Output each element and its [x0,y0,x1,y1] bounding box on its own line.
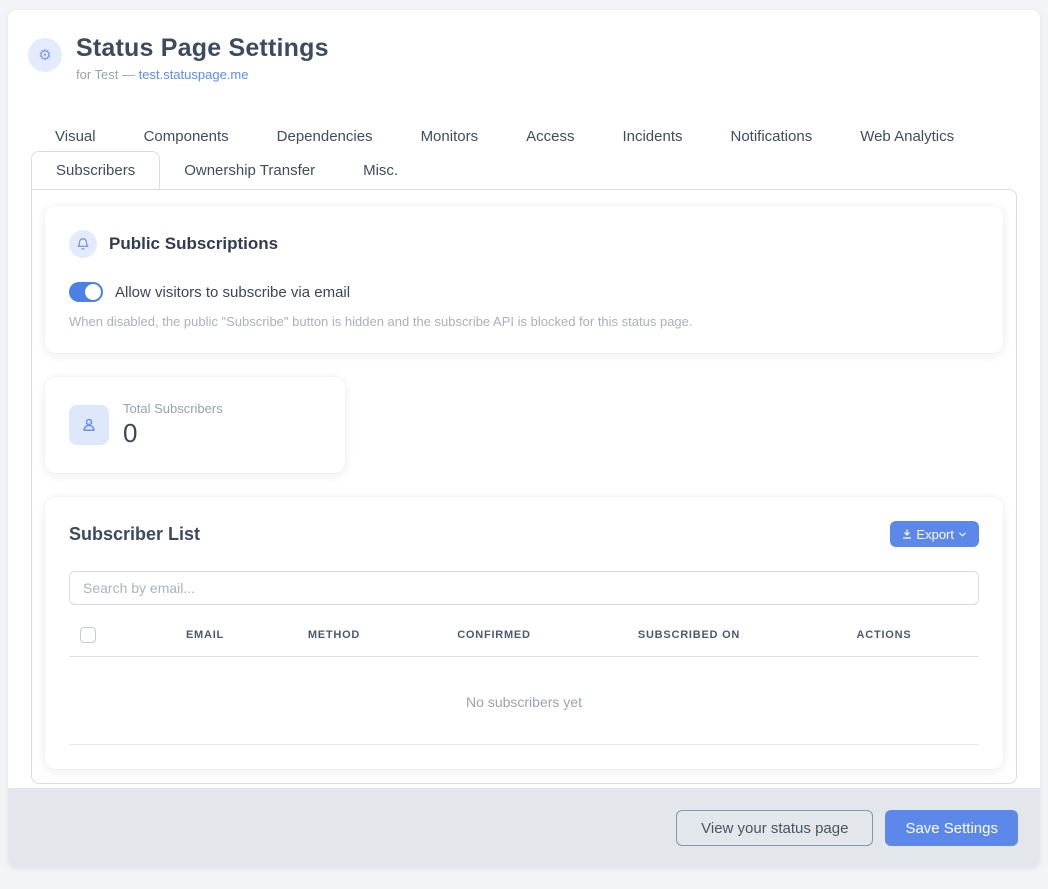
card-main: ⚙ Status Page Settings for Test — test.s… [8,10,1040,788]
subscriber-list-header: Subscriber List Export [69,521,979,547]
tabs: Visual Components Dependencies Monitors … [31,122,1017,784]
subscribers-table: EMAIL METHOD CONFIRMED SUBSCRIBED ON ACT… [69,627,979,745]
user-icon-badge [69,405,109,445]
tab-row-1: Visual Components Dependencies Monitors … [31,122,1017,151]
stat-text: Total Subscribers 0 [123,401,223,449]
column-header-actions: ACTIONS [789,629,979,641]
save-settings-button[interactable]: Save Settings [885,810,1018,846]
export-button-label: Export [916,527,954,542]
bell-icon-badge [69,230,97,258]
column-header-confirmed: CONFIRMED [399,629,589,641]
subscriber-list-title: Subscriber List [69,524,200,545]
status-page-settings-card: ⚙ Status Page Settings for Test — test.s… [8,10,1040,868]
chevron-down-icon [957,529,968,540]
page-header: ⚙ Status Page Settings for Test — test.s… [8,34,1040,82]
view-status-page-button[interactable]: View your status page [676,810,873,846]
bell-icon [76,237,90,251]
search-input[interactable] [69,571,979,605]
column-header-method: METHOD [269,629,399,641]
toggle-knob [85,284,101,300]
tab-dependencies[interactable]: Dependencies [253,122,397,151]
tab-access[interactable]: Access [502,122,598,151]
subscribers-panel: Public Subscriptions Allow visitors to s… [31,189,1017,784]
subscribe-toggle-row: Allow visitors to subscribe via email [69,282,979,302]
download-icon [901,528,913,540]
public-subscriptions-card: Public Subscriptions Allow visitors to s… [45,206,1003,353]
select-all-checkbox[interactable] [80,627,96,643]
stat-label: Total Subscribers [123,401,223,416]
page-subtitle: for Test — test.statuspage.me [76,67,329,82]
column-header-email: EMAIL [141,629,269,641]
total-subscribers-card: Total Subscribers 0 [45,377,345,473]
tab-web-analytics[interactable]: Web Analytics [836,122,978,151]
tab-subscribers[interactable]: Subscribers [31,151,160,189]
tab-ownership-transfer[interactable]: Ownership Transfer [160,151,339,189]
card-footer: View your status page Save Settings [8,788,1040,868]
stat-value: 0 [123,418,223,449]
empty-state-text: No subscribers yet [466,694,582,710]
toggle-label: Allow visitors to subscribe via email [115,284,350,301]
status-page-link[interactable]: test.statuspage.me [139,67,249,82]
export-button[interactable]: Export [890,521,979,547]
subscriber-list-card: Subscriber List Export [45,497,1003,769]
tab-notifications[interactable]: Notifications [707,122,837,151]
select-all-cell [69,627,141,643]
public-subscriptions-title: Public Subscriptions [109,234,278,254]
public-subscriptions-header: Public Subscriptions [69,230,979,258]
page-title: Status Page Settings [76,34,329,63]
column-header-subscribed-on: SUBSCRIBED ON [589,629,789,641]
allow-subscribe-toggle[interactable] [69,282,103,302]
header-text: Status Page Settings for Test — test.sta… [76,34,329,82]
tab-incidents[interactable]: Incidents [598,122,706,151]
table-header-row: EMAIL METHOD CONFIRMED SUBSCRIBED ON ACT… [69,627,979,657]
gear-icon: ⚙ [38,48,51,63]
settings-avatar: ⚙ [28,38,62,72]
empty-state-row: No subscribers yet [69,657,979,745]
tab-row-2: Subscribers Ownership Transfer Misc. [31,151,1017,189]
tab-visual[interactable]: Visual [31,122,120,151]
user-icon [80,416,98,434]
toggle-helper-text: When disabled, the public "Subscribe" bu… [69,314,979,329]
tab-components[interactable]: Components [120,122,253,151]
tab-monitors[interactable]: Monitors [397,122,503,151]
subtitle-prefix: for Test — [76,67,139,82]
tab-misc[interactable]: Misc. [339,151,422,189]
